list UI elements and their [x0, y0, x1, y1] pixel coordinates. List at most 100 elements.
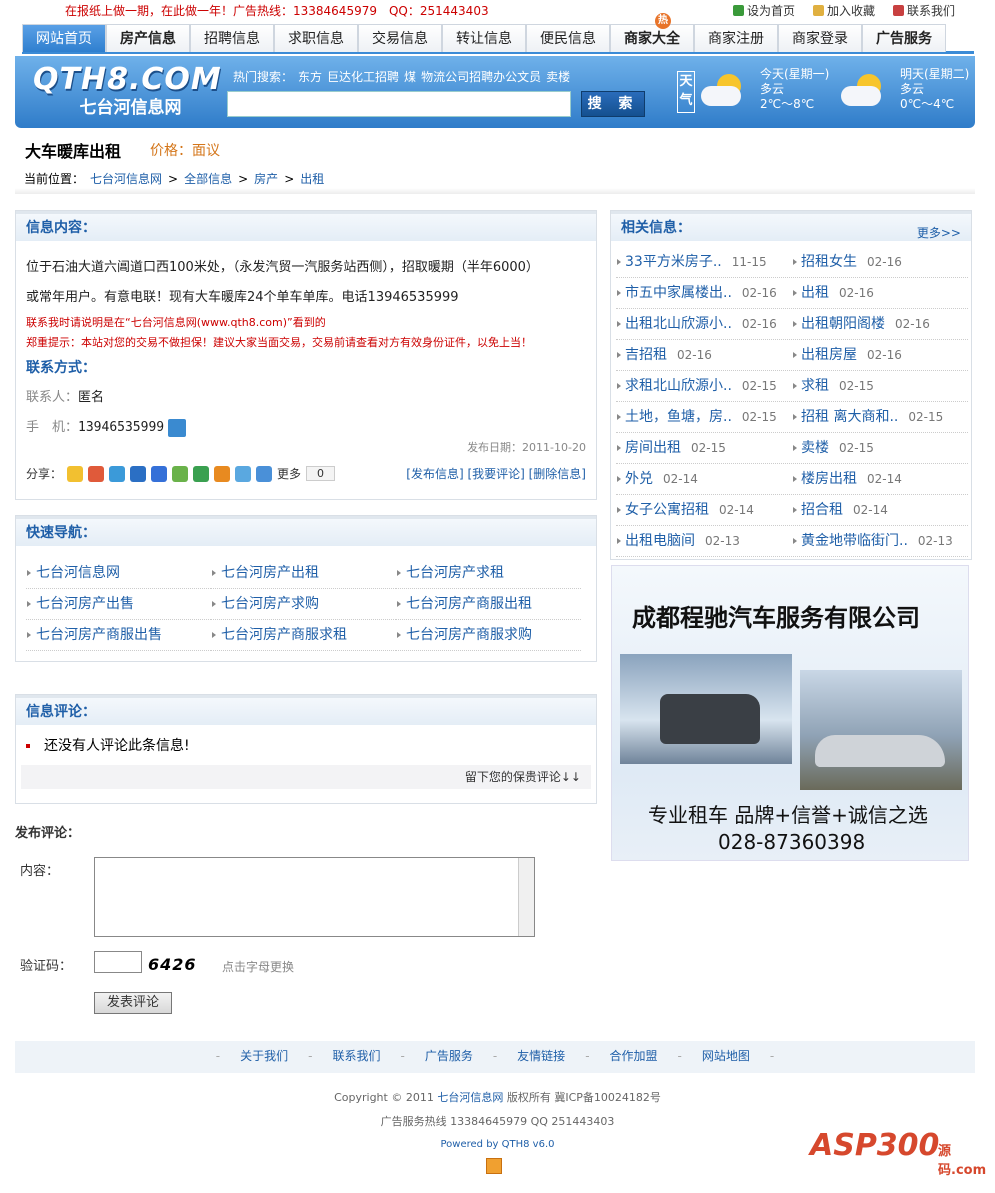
add-favorite-link[interactable]: 加入收藏 — [812, 2, 875, 19]
related-item[interactable]: 女子公寓招租 02-14 — [616, 495, 792, 525]
site-logo[interactable]: QTH8.COM 七台河信息网 — [33, 62, 228, 122]
related-item[interactable]: 求租北山欣源小.. 02-15 — [616, 371, 792, 401]
tab-jobseek[interactable]: 求职信息 — [274, 24, 358, 52]
related-row: 求租北山欣源小.. 02-15 求租 02-15 — [616, 371, 968, 402]
footer-link[interactable]: 广告服务 — [425, 1049, 473, 1063]
lookup-icon[interactable] — [168, 418, 187, 437]
breadcrumb-item[interactable]: 房产 — [254, 172, 278, 186]
related-item[interactable]: 出租 02-16 — [792, 278, 968, 308]
quick-nav-link[interactable]: 七台河房产出租 — [211, 558, 396, 589]
quick-nav-link[interactable]: 七台河房产商服出租 — [396, 589, 581, 620]
tab-convenience[interactable]: 便民信息 — [526, 24, 610, 52]
weibo-icon[interactable] — [214, 465, 231, 482]
tab-transfer[interactable]: 转让信息 — [442, 24, 526, 52]
more-share-icon[interactable] — [256, 465, 273, 482]
tab-merchant-login[interactable]: 商家登录 — [778, 24, 862, 52]
related-item[interactable]: 外兑 02-14 — [616, 464, 792, 494]
related-item[interactable]: 出租房屋 02-16 — [792, 340, 968, 370]
related-item[interactable]: 出租朝阳阁楼 02-16 — [792, 309, 968, 339]
kaixin-icon[interactable] — [235, 465, 252, 482]
related-item[interactable]: 楼房出租 02-14 — [792, 464, 968, 494]
hot-keyword[interactable]: 卖楼 — [546, 70, 570, 84]
tab-home[interactable]: 网站首页 — [22, 24, 106, 52]
quick-nav-link[interactable]: 七台河房产出售 — [26, 589, 211, 620]
hot-keyword[interactable]: 巨达化工招聘 — [327, 70, 399, 84]
tab-ad-service[interactable]: 广告服务 — [862, 24, 946, 52]
tab-trade[interactable]: 交易信息 — [358, 24, 442, 52]
tab-merchant-register[interactable]: 商家注册 — [694, 24, 778, 52]
captcha-image[interactable]: 6426 — [148, 955, 197, 974]
tab-merchants-label: 商家大全 — [624, 31, 680, 47]
leave-comment-link[interactable]: 留下您的保贵评论↓↓ — [21, 765, 591, 789]
footer-link[interactable]: 关于我们 — [240, 1049, 288, 1063]
search-input[interactable] — [227, 91, 571, 117]
tab-jobs[interactable]: 招聘信息 — [190, 24, 274, 52]
logo-en: QTH8.COM — [33, 62, 222, 97]
quick-nav-link[interactable]: 七台河房产商服求购 — [396, 620, 581, 651]
related-row: 33平方米房子.. 11-15 招租女生 02-16 — [616, 247, 968, 278]
price-label: 价格： — [150, 143, 192, 159]
baidu-icon[interactable] — [151, 465, 168, 482]
ad-banner[interactable]: 成都程驰汽车服务有限公司 专业租车 品牌+信誉+诚信之选 028-8736039… — [611, 565, 969, 861]
related-row: 出租北山欣源小.. 02-16 出租朝阳阁楼 02-16 — [616, 309, 968, 340]
quick-nav-link[interactable]: 七台河房产商服求租 — [211, 620, 396, 651]
scrollbar[interactable] — [518, 858, 534, 936]
related-item[interactable]: 33平方米房子.. 11-15 — [616, 247, 792, 277]
copyright-pre: Copyright © 2011 — [334, 1091, 434, 1104]
breadcrumb-item[interactable]: 出租 — [300, 172, 324, 186]
hot-keyword[interactable]: 煤 — [404, 70, 416, 84]
qq-icon[interactable] — [109, 465, 126, 482]
quick-nav-link[interactable]: 七台河信息网 — [26, 558, 211, 589]
related-item[interactable]: 吉招租 02-16 — [616, 340, 792, 370]
chat-icon[interactable] — [172, 465, 189, 482]
footer-link[interactable]: 合作加盟 — [610, 1049, 658, 1063]
related-item[interactable]: 房间出租 02-15 — [616, 433, 792, 463]
share-more[interactable]: 更多 — [277, 465, 301, 482]
info-panel: 信息内容： 位于石油大道六阊道口西100米处，（永发汽贸一汽服务站西侧），招取暖… — [15, 210, 597, 500]
hot-keyword[interactable]: 物流公司招聘办公文员 — [421, 70, 541, 84]
info-actions[interactable]: [发布信息] [我要评论] [删除信息] — [406, 465, 586, 482]
related-item[interactable]: 求租 02-15 — [792, 371, 968, 401]
set-homepage-link[interactable]: 设为首页 — [732, 2, 795, 19]
quick-nav-link[interactable]: 七台河房产商服出售 — [26, 620, 211, 651]
footer-link[interactable]: 网站地图 — [702, 1049, 750, 1063]
footer-site-link[interactable]: 七台河信息网 — [437, 1091, 503, 1104]
quick-nav-link[interactable]: 七台河房产求购 — [211, 589, 396, 620]
related-item[interactable]: 市五中家属楼出.. 02-16 — [616, 278, 792, 308]
related-item[interactable]: 土地，鱼塘，房.. 02-15 — [616, 402, 792, 432]
related-row: 外兑 02-14 楼房出租 02-14 — [616, 464, 968, 495]
related-item[interactable]: 黄金地带临街门.. 02-13 — [792, 526, 968, 556]
related-item[interactable]: 招租女生 02-16 — [792, 247, 968, 277]
qzone-icon[interactable] — [67, 465, 84, 482]
related-title: 出租房屋 — [801, 347, 857, 363]
captcha-input[interactable] — [94, 951, 142, 973]
search-button[interactable]: 搜 索 — [581, 91, 645, 117]
related-date: 02-15 — [908, 410, 944, 424]
quick-nav-link[interactable]: 七台河房产求租 — [396, 558, 581, 589]
related-item[interactable]: 出租电脑间 02-13 — [616, 526, 792, 556]
quick-nav-heading: 快速导航： — [16, 516, 596, 546]
related-item[interactable]: 招合租 02-14 — [792, 495, 968, 525]
comment-textarea[interactable] — [94, 857, 535, 937]
stats-icon[interactable] — [486, 1158, 502, 1174]
related-item[interactable]: 招租 离大商和.. 02-15 — [792, 402, 968, 432]
people-icon[interactable] — [130, 465, 147, 482]
tab-merchants[interactable]: 商家大全 热 — [610, 13, 694, 52]
ad-image-sports-car — [800, 670, 962, 790]
hot-keyword[interactable]: 东方 — [298, 70, 322, 84]
breadcrumb-item[interactable]: 七台河信息网 — [90, 172, 162, 186]
related-title: 楼房出租 — [801, 471, 857, 487]
contact-us-link[interactable]: 联系我们 — [892, 2, 955, 19]
footer-link[interactable]: 联系我们 — [332, 1049, 380, 1063]
related-title: 招租女生 — [801, 254, 857, 270]
renren-icon[interactable] — [88, 465, 105, 482]
breadcrumb-item[interactable]: 全部信息 — [184, 172, 232, 186]
submit-comment-button[interactable]: 发表评论 — [94, 992, 172, 1014]
more-link[interactable]: 更多>> — [917, 219, 961, 247]
ad-phone: 028-87360398 — [718, 830, 866, 854]
tab-realestate[interactable]: 房产信息 — [106, 24, 190, 52]
related-item[interactable]: 卖楼 02-15 — [792, 433, 968, 463]
clover-icon[interactable] — [193, 465, 210, 482]
footer-link[interactable]: 友情链接 — [517, 1049, 565, 1063]
related-item[interactable]: 出租北山欣源小.. 02-16 — [616, 309, 792, 339]
